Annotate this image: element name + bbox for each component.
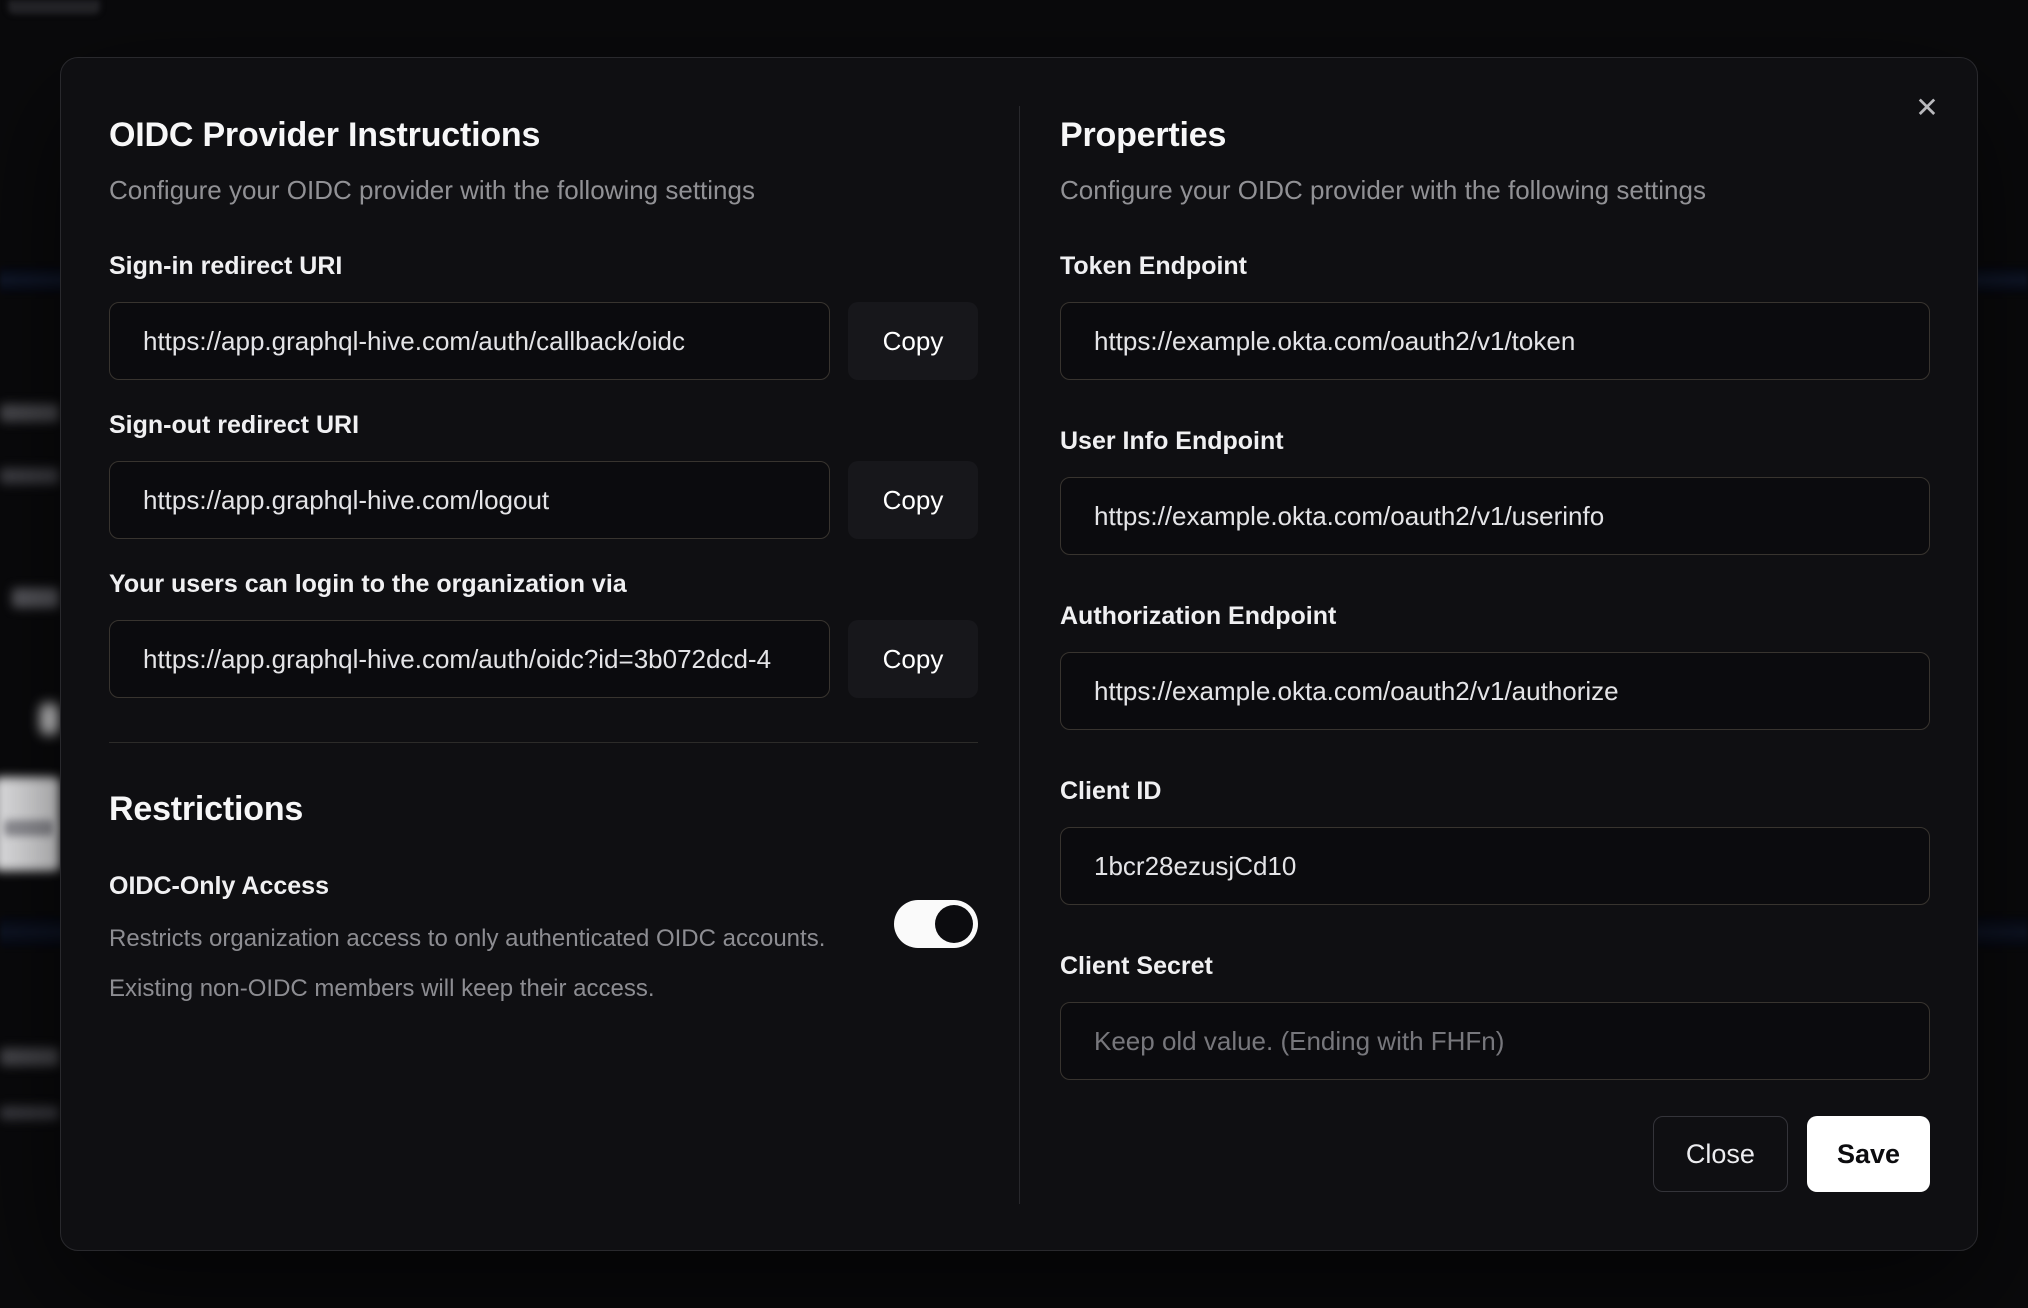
background-blurred-text	[0, 404, 59, 422]
authorization-endpoint-input[interactable]	[1060, 652, 1930, 730]
sign-in-redirect-row: Copy	[109, 302, 978, 380]
oidc-only-access-text: OIDC-Only Access Restricts organization …	[109, 871, 825, 1014]
oidc-only-access-label: OIDC-Only Access	[109, 872, 329, 900]
sign-in-redirect-input[interactable]	[109, 302, 830, 380]
oidc-settings-modal: ✕ OIDC Provider Instructions Configure y…	[60, 57, 1978, 1251]
background-blurred-text	[0, 468, 59, 484]
background-blurred-text	[0, 1106, 59, 1120]
modal-actions: Close Save	[1060, 1116, 1930, 1192]
background-blurred-text	[12, 588, 59, 608]
section-divider	[109, 742, 978, 743]
copy-sign-in-button[interactable]: Copy	[848, 302, 978, 380]
column-divider	[1019, 106, 1020, 1204]
token-endpoint-label: Token Endpoint	[1060, 252, 1248, 280]
close-button[interactable]: Close	[1652, 1116, 1788, 1192]
client-id-label: Client ID	[1060, 777, 1162, 805]
client-id-input[interactable]	[1060, 827, 1930, 905]
sign-out-redirect-label: Sign-out redirect URI	[109, 411, 360, 439]
properties-subtitle: Configure your OIDC provider with the fo…	[1060, 175, 1706, 205]
restrictions-title: Restrictions	[109, 790, 304, 828]
client-secret-label: Client Secret	[1060, 952, 1213, 980]
instructions-column: OIDC Provider Instructions Configure you…	[109, 58, 978, 1014]
user-info-endpoint-input[interactable]	[1060, 477, 1930, 555]
properties-title: Properties	[1060, 116, 1227, 154]
token-endpoint-row	[1060, 302, 1930, 380]
instructions-title: OIDC Provider Instructions	[109, 116, 541, 154]
login-url-row: Copy	[109, 620, 978, 698]
background-white-blob	[40, 703, 59, 735]
background-blurred-tab	[8, 0, 100, 14]
oidc-only-access-row: OIDC-Only Access Restricts organization …	[109, 871, 978, 1014]
sign-out-redirect-input[interactable]	[109, 461, 830, 539]
login-url-input[interactable]	[109, 620, 830, 698]
client-secret-input[interactable]	[1060, 1002, 1930, 1080]
toggle-knob-icon	[935, 905, 973, 943]
instructions-subtitle: Configure your OIDC provider with the fo…	[109, 175, 755, 205]
sign-in-redirect-label: Sign-in redirect URI	[109, 252, 343, 280]
user-info-endpoint-row	[1060, 477, 1930, 555]
token-endpoint-input[interactable]	[1060, 302, 1930, 380]
properties-column: Properties Configure your OIDC provider …	[1060, 58, 1930, 1192]
authorization-endpoint-label: Authorization Endpoint	[1060, 602, 1337, 630]
background-blurred-text	[0, 1048, 59, 1066]
save-button[interactable]: Save	[1806, 1116, 1930, 1192]
user-info-endpoint-label: User Info Endpoint	[1060, 427, 1284, 455]
copy-login-url-button[interactable]: Copy	[848, 620, 978, 698]
authorization-endpoint-row	[1060, 652, 1930, 730]
client-secret-row	[1060, 1002, 1930, 1080]
copy-sign-out-button[interactable]: Copy	[848, 461, 978, 539]
oidc-only-access-description: Restricts organization access to only au…	[109, 925, 826, 1002]
login-url-label: Your users can login to the organization…	[109, 570, 627, 598]
client-id-row	[1060, 827, 1930, 905]
oidc-only-access-toggle[interactable]	[894, 900, 978, 948]
background-white-panel-text	[4, 820, 54, 836]
sign-out-redirect-row: Copy	[109, 461, 978, 539]
